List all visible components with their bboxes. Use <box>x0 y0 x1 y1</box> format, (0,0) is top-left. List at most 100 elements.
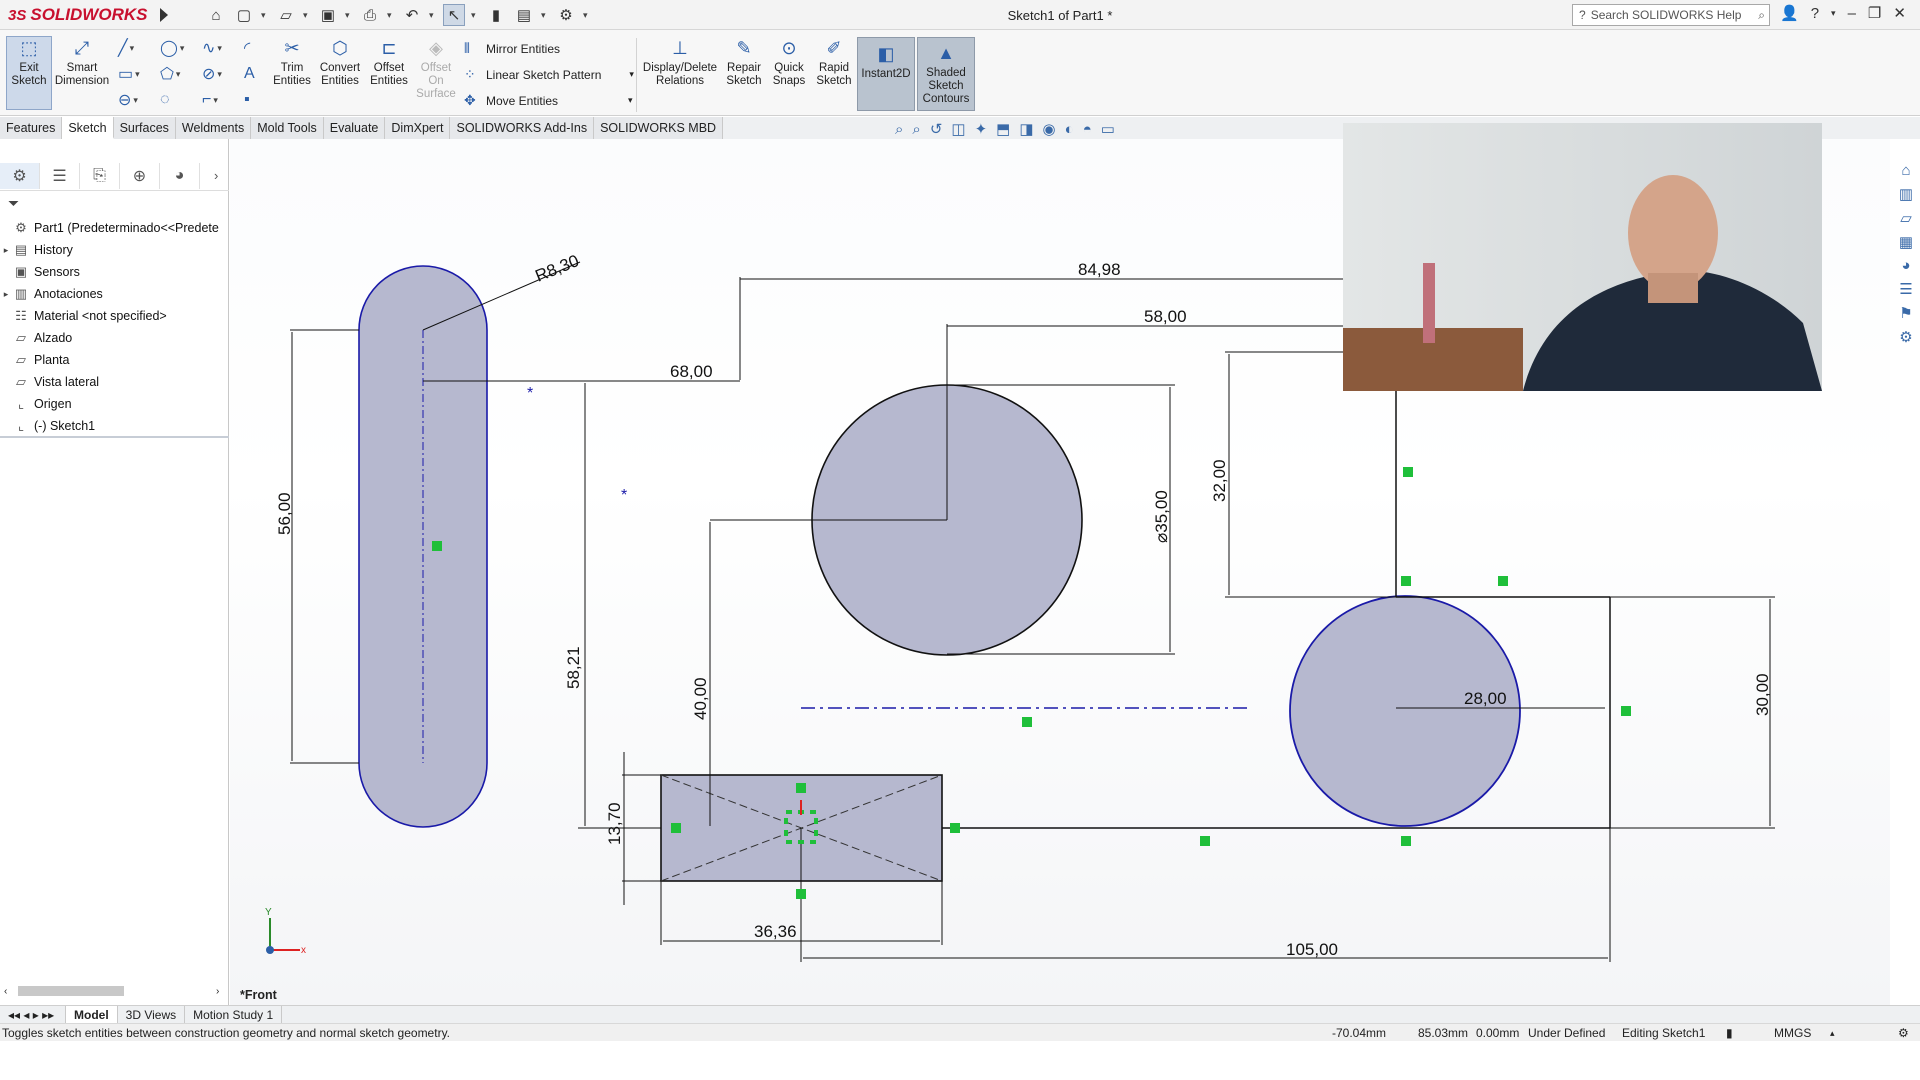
zoom-to-area-icon[interactable]: ⌕ <box>912 121 920 138</box>
rebuild-icon[interactable]: ▮ <box>1726 1024 1733 1042</box>
dimension-58-00[interactable]: 58,00 <box>1144 307 1187 326</box>
dimxpert-manager-tab-icon[interactable]: ⊕ <box>120 162 160 189</box>
tree-item-anotaciones[interactable]: ▸ ▥ Anotaciones <box>0 283 229 305</box>
configuration-manager-tab-icon[interactable]: ⎘ <box>80 162 120 189</box>
rollback-bar[interactable] <box>0 436 229 438</box>
file-properties-icon[interactable]: ▤ <box>513 4 535 26</box>
ellipse-tool[interactable]: ⊘ ▾ <box>202 64 244 84</box>
tab-motion-study-1[interactable]: Motion Study 1 <box>185 1006 283 1023</box>
select-pointer-icon[interactable]: ↖ <box>443 4 465 26</box>
section-view-icon[interactable]: ◫ <box>951 120 965 138</box>
options-gear-icon[interactable]: ⚙ <box>555 4 577 26</box>
convert-entities-button[interactable]: ⬡ Convert Entities <box>316 36 364 88</box>
tab-surfaces[interactable]: Surfaces <box>113 117 176 139</box>
expand-arrow-icon[interactable]: ▸ <box>0 245 12 256</box>
dimension-84-98[interactable]: 84,98 <box>1078 260 1121 279</box>
tab-mold-tools[interactable]: Mold Tools <box>251 117 324 139</box>
rectangle-tool[interactable]: ▭ ▾ <box>118 64 160 84</box>
shaded-sketch-contours-button[interactable]: ▲ Shaded Sketch Contours <box>917 37 975 111</box>
file-explorer-icon[interactable]: ▱ <box>1900 209 1912 227</box>
linear-sketch-pattern-button[interactable]: ⁘ Linear Sketch Pattern ▾ <box>464 66 634 83</box>
design-library-icon[interactable]: ▥ <box>1899 185 1913 203</box>
tab-weldments[interactable]: Weldments <box>175 117 252 139</box>
offset-on-surface-button[interactable]: ◈ Offset On Surface <box>414 36 458 101</box>
close-icon[interactable]: ✕ <box>1893 4 1906 22</box>
apply-scene-icon[interactable]: ◓ <box>1083 121 1092 138</box>
dimension-dia-35-00[interactable]: ⌀35,00 <box>1152 490 1171 543</box>
hide-show-items-icon[interactable]: ◉ <box>1043 120 1056 138</box>
print-dropdown-icon[interactable]: ▾ <box>387 10 395 21</box>
feature-manager-tab-icon[interactable]: ⚙ <box>0 162 40 189</box>
smart-dimension-button[interactable]: ⤢ Smart Dimension <box>54 36 110 88</box>
undo-icon[interactable]: ↶ <box>401 4 423 26</box>
new-dropdown-icon[interactable]: ▾ <box>261 10 269 21</box>
tab-solidworks-addins[interactable]: SOLIDWORKS Add-Ins <box>450 117 595 139</box>
offset-entities-button[interactable]: ⊏ Offset Entities <box>367 36 411 88</box>
units-dropdown-icon[interactable]: ▴ <box>1830 1024 1835 1042</box>
traffic-light-icon[interactable]: ▮ <box>485 4 507 26</box>
tab-3d-views[interactable]: 3D Views <box>118 1006 186 1023</box>
tree-item-origen[interactable]: ⌞ Origen <box>0 393 229 415</box>
search-input[interactable]: Search SOLIDWORKS Help <box>1591 8 1742 22</box>
filter-icon[interactable]: ⏷ <box>8 195 19 212</box>
exit-sketch-button[interactable]: ⬚ Exit Sketch <box>8 36 50 88</box>
quick-snaps-button[interactable]: ⊙ Quick Snaps <box>769 36 809 88</box>
search-icon[interactable]: ⌕ <box>1758 8 1765 23</box>
tab-model[interactable]: Model <box>66 1006 118 1023</box>
help-icon[interactable]: ? <box>1811 5 1819 22</box>
arc-tool[interactable]: ◌ <box>160 90 202 110</box>
tab-scroll-arrows[interactable]: ◂◂ ◂ ▸ ▸▸ <box>0 1006 66 1023</box>
dimension-30-00[interactable]: 30,00 <box>1753 673 1772 716</box>
undo-dropdown-icon[interactable]: ▾ <box>429 10 437 21</box>
display-style-icon[interactable]: ◨ <box>1019 120 1033 138</box>
scroll-right-icon[interactable]: › <box>216 986 219 997</box>
open-dropdown-icon[interactable]: ▾ <box>303 10 311 21</box>
circle-right[interactable] <box>1289 595 1521 827</box>
dynamic-annotation-icon[interactable]: ✦ <box>975 120 988 138</box>
scroll-left-icon[interactable]: ‹ <box>4 986 7 997</box>
select-dropdown-icon[interactable]: ▾ <box>471 10 479 21</box>
rapid-sketch-button[interactable]: ✐ Rapid Sketch <box>814 36 854 88</box>
home-icon[interactable]: ⌂ <box>205 4 227 26</box>
point-marker[interactable]: * <box>527 385 533 402</box>
resources-icon[interactable]: ⚙ <box>1899 328 1912 346</box>
circle-tool[interactable]: ◯ ▾ <box>160 38 202 58</box>
dimension-28-00[interactable]: 28,00 <box>1464 689 1507 708</box>
save-dropdown-icon[interactable]: ▾ <box>345 10 353 21</box>
user-account-icon[interactable]: 👤 <box>1780 4 1799 22</box>
tree-item-sensors[interactable]: ▣ Sensors <box>0 261 229 283</box>
minimize-icon[interactable]: – <box>1848 5 1856 22</box>
dimension-105-00[interactable]: 105,00 <box>1286 940 1338 959</box>
expand-tabs-icon[interactable]: › <box>214 168 218 183</box>
move-entities-button[interactable]: ✥ Move Entities ▾ <box>464 92 634 109</box>
point-marker[interactable]: * <box>621 487 627 504</box>
tab-solidworks-mbd[interactable]: SOLIDWORKS MBD <box>594 117 724 139</box>
trim-entities-button[interactable]: ✂ Trim Entities <box>272 36 312 88</box>
previous-view-icon[interactable]: ↺ <box>930 120 943 138</box>
solidworks-forum-icon[interactable]: ⚑ <box>1899 304 1912 322</box>
view-orientation-icon[interactable]: ⬒ <box>996 120 1010 138</box>
dimension-32-00[interactable]: 32,00 <box>1210 459 1229 502</box>
polygon-tool[interactable]: ⬠ ▾ <box>160 64 202 84</box>
dimension-40-00[interactable]: 40,00 <box>691 677 710 720</box>
edit-appearance-icon[interactable]: ◐ <box>1065 121 1074 138</box>
dimension-r830[interactable]: R8,30 <box>532 251 581 286</box>
dimension-68-00[interactable]: 68,00 <box>670 362 713 381</box>
appearances-icon[interactable]: ◕ <box>1901 257 1910 274</box>
tab-sketch[interactable]: Sketch <box>62 117 114 139</box>
dimension-56-00[interactable]: 56,00 <box>275 492 294 535</box>
instant2d-button[interactable]: ◧ Instant2D <box>857 37 915 111</box>
file-properties-dropdown-icon[interactable]: ▾ <box>541 10 549 21</box>
display-delete-relations-button[interactable]: ⊥ Display/Delete Relations <box>640 36 720 88</box>
tab-features[interactable]: Features <box>0 117 63 139</box>
view-settings-icon[interactable]: ▭ <box>1101 120 1115 138</box>
view-palette-icon[interactable]: ▦ <box>1899 233 1913 251</box>
property-manager-tab-icon[interactable]: ☰ <box>40 162 80 189</box>
help-dropdown-icon[interactable]: ▾ <box>1831 8 1836 19</box>
spline-tool[interactable]: ∿ ▾ <box>202 38 244 58</box>
dimension-58-21[interactable]: 58,21 <box>564 646 583 689</box>
tab-evaluate[interactable]: Evaluate <box>323 117 386 139</box>
scroll-thumb[interactable] <box>18 986 124 996</box>
zoom-to-fit-icon[interactable]: ⌕ <box>895 121 903 138</box>
dimension-13-70[interactable]: 13,70 <box>605 802 624 845</box>
